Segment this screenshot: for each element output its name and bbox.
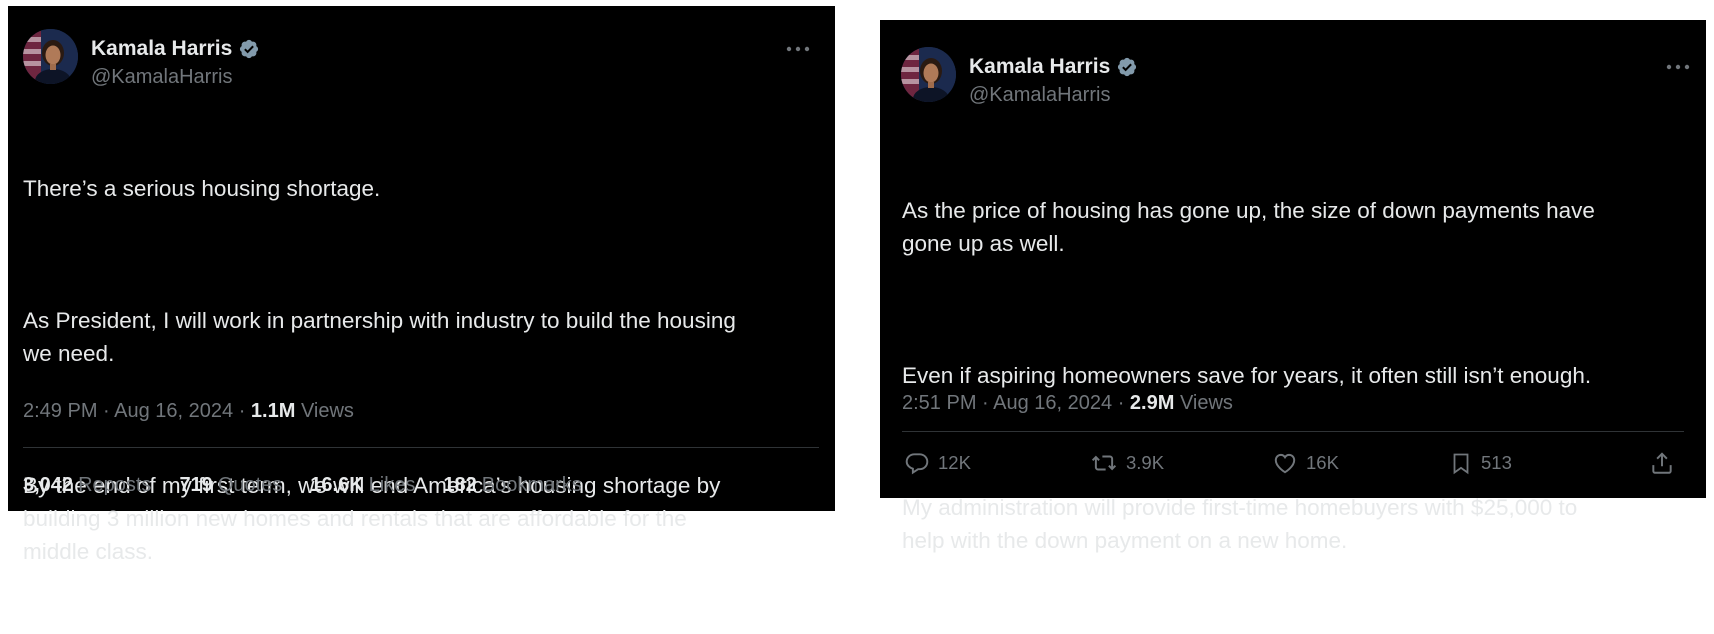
avatar[interactable] [23, 29, 78, 84]
avatar[interactable] [901, 47, 956, 102]
views-label: Views [295, 400, 354, 422]
verified-badge-icon[interactable] [1116, 56, 1138, 78]
engagement-stats: 3,042 Reposts 719 Quotes 16.6K Likes 182 Boo… [23, 474, 582, 497]
author-handle[interactable]: @KamalaHarris [91, 66, 232, 89]
tweet-card-housing-shortage[interactable]: Kamala Harris @KamalaHarris There’s a se… [8, 6, 835, 564]
bookmark-icon [1449, 450, 1473, 476]
verified-badge-icon[interactable] [238, 38, 260, 60]
tweet-text: As the price of housing has gone up, the… [902, 128, 1692, 623]
reposts-count: 3,042 [23, 474, 74, 496]
tweet-header: Kamala Harris @KamalaHarris [23, 29, 810, 89]
tweet-paragraph: As President, I will work in partnership… [23, 308, 736, 366]
reply-count: 12K [938, 452, 971, 473]
divider [23, 447, 819, 448]
bookmark-count: 513 [1481, 452, 1512, 473]
views-label: Views [1174, 392, 1233, 414]
repost-icon [1090, 450, 1118, 476]
likes-stat[interactable]: 16.6K Likes [310, 474, 415, 497]
bookmarks-count: 182 [443, 474, 477, 496]
like-button[interactable]: 16K [1272, 450, 1339, 476]
more-options-icon[interactable] [1663, 59, 1693, 75]
author-name[interactable]: Kamala Harris [91, 37, 232, 61]
tweet-timestamp[interactable]: 2:51 PM · Aug 16, 2024 · [902, 392, 1130, 414]
repost-button[interactable]: 3.9K [1090, 450, 1164, 476]
reposts-label: Reposts [78, 474, 152, 496]
tweet-meta: 2:51 PM · Aug 16, 2024 · 2.9M Views [902, 392, 1233, 415]
tweet-header: Kamala Harris @KamalaHarris [901, 47, 1690, 107]
share-icon [1649, 450, 1675, 476]
tweet-paragraph: My administration will provide first-tim… [902, 495, 1578, 553]
tweet-timestamp[interactable]: 2:49 PM · Aug 16, 2024 · [23, 400, 251, 422]
like-icon [1272, 450, 1298, 476]
repost-count: 3.9K [1126, 452, 1165, 473]
more-options-icon[interactable] [783, 41, 813, 57]
bookmarks-stat[interactable]: 182 Bookmarks [443, 474, 581, 497]
divider [902, 431, 1684, 432]
like-count: 16K [1306, 452, 1339, 473]
tweet-paragraph: As the price of housing has gone up, the… [902, 198, 1595, 256]
tweet-text: There’s a serious housing shortage. As P… [23, 106, 823, 634]
views-count: 2.9M [1129, 392, 1175, 414]
bookmarks-label: Bookmarks [481, 474, 582, 496]
quotes-stat[interactable]: 719 Quotes [179, 474, 282, 497]
reply-icon [904, 450, 930, 476]
author-name[interactable]: Kamala Harris [969, 55, 1110, 79]
tweet-paragraph: There’s a serious housing shortage. [23, 176, 381, 201]
quotes-count: 719 [179, 474, 213, 496]
reposts-stat[interactable]: 3,042 Reposts [23, 474, 151, 497]
tweet-paragraph: Even if aspiring homeowners save for yea… [902, 363, 1592, 388]
tweet-card-down-payments[interactable]: Kamala Harris @KamalaHarris As the price… [880, 20, 1706, 553]
reply-button[interactable]: 12K [904, 450, 971, 476]
views-count: 1.1M [250, 400, 296, 422]
bookmark-button[interactable]: 513 [1449, 450, 1512, 476]
share-button[interactable] [1649, 450, 1675, 476]
tweet-action-bar: 12K 3.9K 16K 513 [904, 450, 1674, 490]
likes-label: Likes [368, 474, 416, 496]
likes-count: 16.6K [310, 474, 364, 496]
author-handle[interactable]: @KamalaHarris [969, 84, 1110, 107]
tweet-meta: 2:49 PM · Aug 16, 2024 · 1.1M Views [23, 400, 354, 423]
quotes-label: Quotes [217, 474, 283, 496]
